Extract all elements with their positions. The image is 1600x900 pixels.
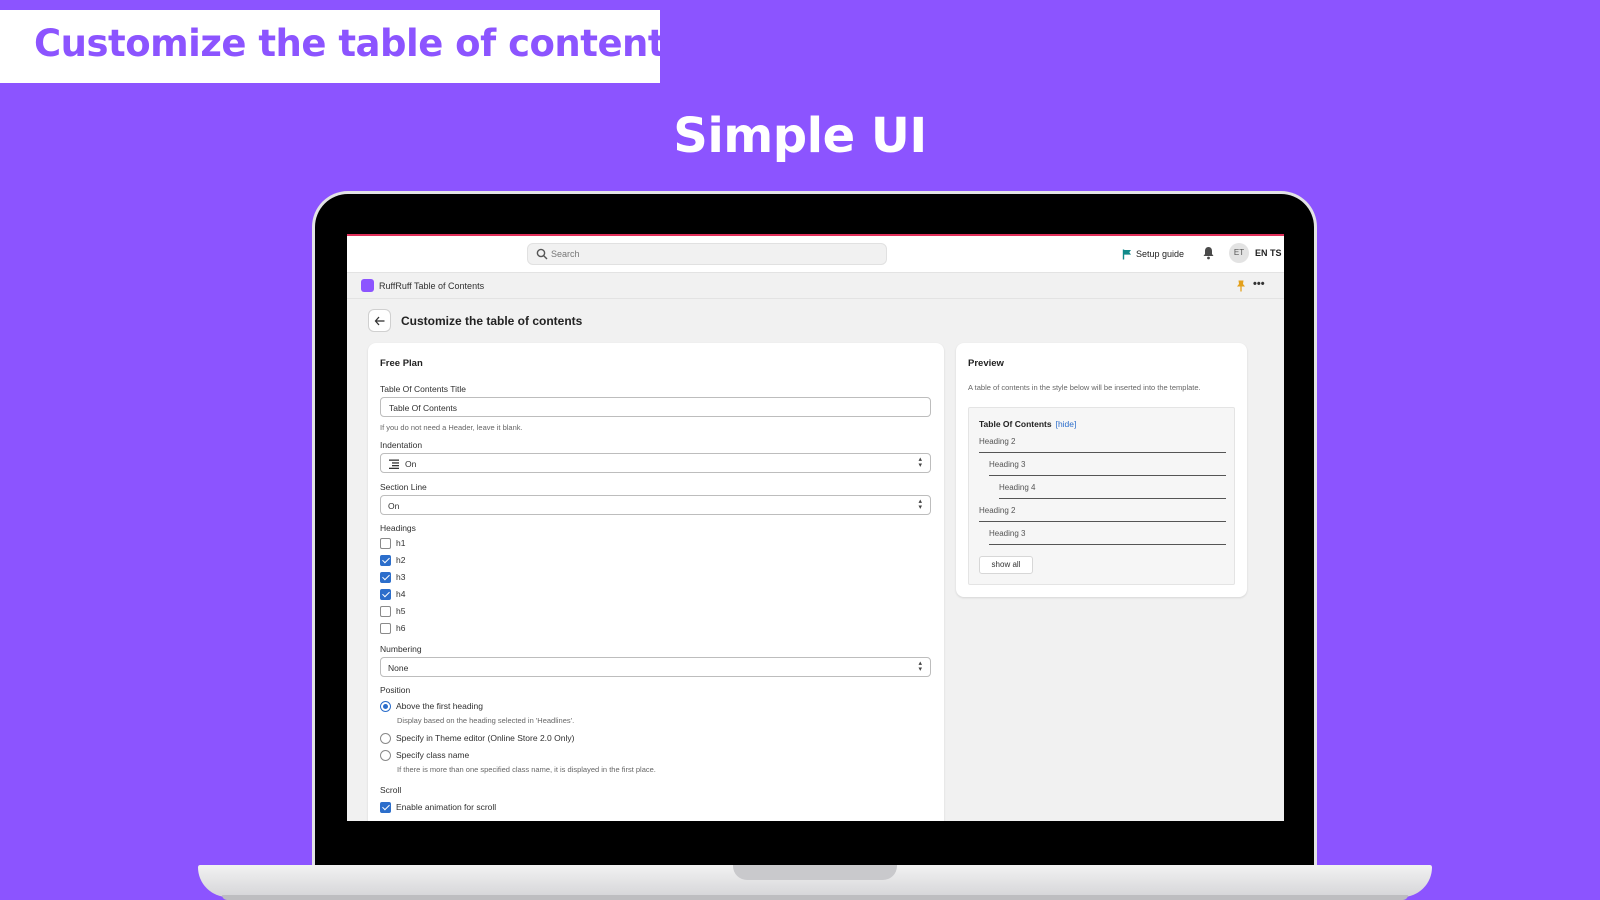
show-all-button[interactable]: show all <box>979 556 1033 574</box>
search-input[interactable]: Search <box>527 243 887 265</box>
back-button[interactable] <box>368 309 391 332</box>
heading-checkbox-h4[interactable]: h4 <box>380 588 405 600</box>
toc-title-text: Table Of Contents <box>979 419 1052 429</box>
pin-icon[interactable] <box>1236 280 1246 292</box>
toc-title-label: Table Of Contents Title <box>380 384 466 394</box>
section-line-value: On <box>388 501 400 511</box>
admin-topbar: Search Setup guide ET EN TS <box>347 236 1284 273</box>
radio-button[interactable] <box>380 700 391 712</box>
preview-title: Preview <box>968 358 1004 369</box>
arrow-left-icon <box>374 316 385 326</box>
indentation-select[interactable]: On ▴ ▾ <box>380 453 931 473</box>
headings-label: Headings <box>380 523 416 533</box>
heading-checkbox-h3[interactable]: h3 <box>380 571 405 583</box>
section-line-label: Section Line <box>380 482 427 492</box>
search-icon <box>536 248 548 260</box>
section-line-select[interactable]: On ▴ ▾ <box>380 495 931 515</box>
heading-checkbox-h2[interactable]: h2 <box>380 554 405 566</box>
checkbox-label: h3 <box>396 572 406 582</box>
select-caret-icon: ▴ ▾ <box>918 498 922 511</box>
toc-item[interactable]: Heading 3 <box>989 529 1226 545</box>
page-title: Customize the table of contents <box>401 314 583 328</box>
flag-icon <box>1122 249 1131 259</box>
position-help-class-name: If there is more than one specified clas… <box>397 765 656 774</box>
checkbox[interactable] <box>380 801 391 813</box>
avatar[interactable]: ET <box>1229 243 1249 263</box>
position-radio-theme-editor[interactable]: Specify in Theme editor (Online Store 2.… <box>380 732 574 744</box>
scroll-animation-checkbox[interactable]: Enable animation for scroll <box>380 801 496 813</box>
preview-card: Preview A table of contents in the style… <box>956 343 1247 597</box>
toc-preview-title: Table Of Contents [hide] <box>979 419 1076 429</box>
heading-checkbox-h1[interactable]: h1 <box>380 537 405 549</box>
heading-checkbox-h6[interactable]: h6 <box>380 622 405 634</box>
app-name: RuffRuff Table of Contents <box>379 281 485 291</box>
toc-item[interactable]: Heading 4 <box>999 483 1226 499</box>
toc-item[interactable]: Heading 2 <box>979 506 1226 522</box>
indentation-value: On <box>405 459 417 469</box>
checkbox[interactable] <box>380 537 391 549</box>
checkbox-label: h4 <box>396 589 406 599</box>
radio-label: Above the first heading <box>396 701 483 711</box>
scroll-label: Scroll <box>380 785 402 795</box>
toc-title-help: If you do not need a Header, leave it bl… <box>380 423 523 432</box>
checkbox[interactable] <box>380 605 391 617</box>
radio-button[interactable] <box>380 732 391 744</box>
toc-preview: Table Of Contents [hide] Heading 2 Headin… <box>968 407 1235 585</box>
setup-guide-button[interactable]: Setup guide <box>1122 247 1184 261</box>
store-name[interactable]: EN TS <box>1255 248 1282 258</box>
toc-hide-link[interactable]: [hide] <box>1056 419 1077 429</box>
checkbox-label: h6 <box>396 623 406 633</box>
promo-banner: Customize the table of contents <box>0 10 687 83</box>
indentation-label: Indentation <box>380 440 423 450</box>
position-radio-first-heading[interactable]: Above the first heading <box>380 700 483 712</box>
banner-title: Customize the table of contents <box>34 22 687 65</box>
plan-title: Free Plan <box>380 358 423 369</box>
position-radio-class-name[interactable]: Specify class name <box>380 749 469 761</box>
settings-card: Free Plan Table Of Contents Title Table … <box>368 343 944 821</box>
indent-icon <box>389 459 399 469</box>
setup-guide-label: Setup guide <box>1136 249 1185 259</box>
toc-title-field[interactable]: Table Of Contents <box>380 397 931 417</box>
app-title-bar: RuffRuff Table of Contents ••• <box>347 273 1284 299</box>
bell-icon[interactable] <box>1202 246 1215 260</box>
toc-title-value: Table Of Contents <box>389 403 458 413</box>
more-actions-icon[interactable]: ••• <box>1253 278 1265 290</box>
laptop-foot <box>222 895 1408 900</box>
position-label: Position <box>380 685 411 695</box>
radio-button[interactable] <box>380 749 391 761</box>
checkbox[interactable] <box>380 588 391 600</box>
laptop-notch <box>733 865 897 880</box>
select-caret-icon: ▴ ▾ <box>918 660 922 673</box>
hero-title: Simple UI <box>673 108 927 164</box>
toc-item[interactable]: Heading 3 <box>989 460 1226 476</box>
checkbox-label: Enable animation for scroll <box>396 802 497 812</box>
checkbox-label: h2 <box>396 555 406 565</box>
select-caret-icon: ▴ ▾ <box>918 456 922 469</box>
numbering-value: None <box>388 663 409 673</box>
numbering-label: Numbering <box>380 644 422 654</box>
app-logo-icon <box>361 279 374 292</box>
numbering-select[interactable]: None ▴ ▾ <box>380 657 931 677</box>
app-screen: Search Setup guide ET EN TS RuffRuff Tab… <box>347 234 1284 821</box>
toc-item[interactable]: Heading 2 <box>979 437 1226 453</box>
search-placeholder: Search <box>551 249 580 259</box>
radio-label: Specify in Theme editor (Online Store 2.… <box>396 733 575 743</box>
radio-label: Specify class name <box>396 750 470 760</box>
heading-checkbox-h5[interactable]: h5 <box>380 605 405 617</box>
checkbox[interactable] <box>380 622 391 634</box>
checkbox-label: h1 <box>396 538 406 548</box>
checkbox[interactable] <box>380 554 391 566</box>
checkbox-label: h5 <box>396 606 406 616</box>
position-help-first-heading: Display based on the heading selected in… <box>397 716 575 725</box>
preview-description: A table of contents in the style below w… <box>968 383 1201 392</box>
checkbox[interactable] <box>380 571 391 583</box>
